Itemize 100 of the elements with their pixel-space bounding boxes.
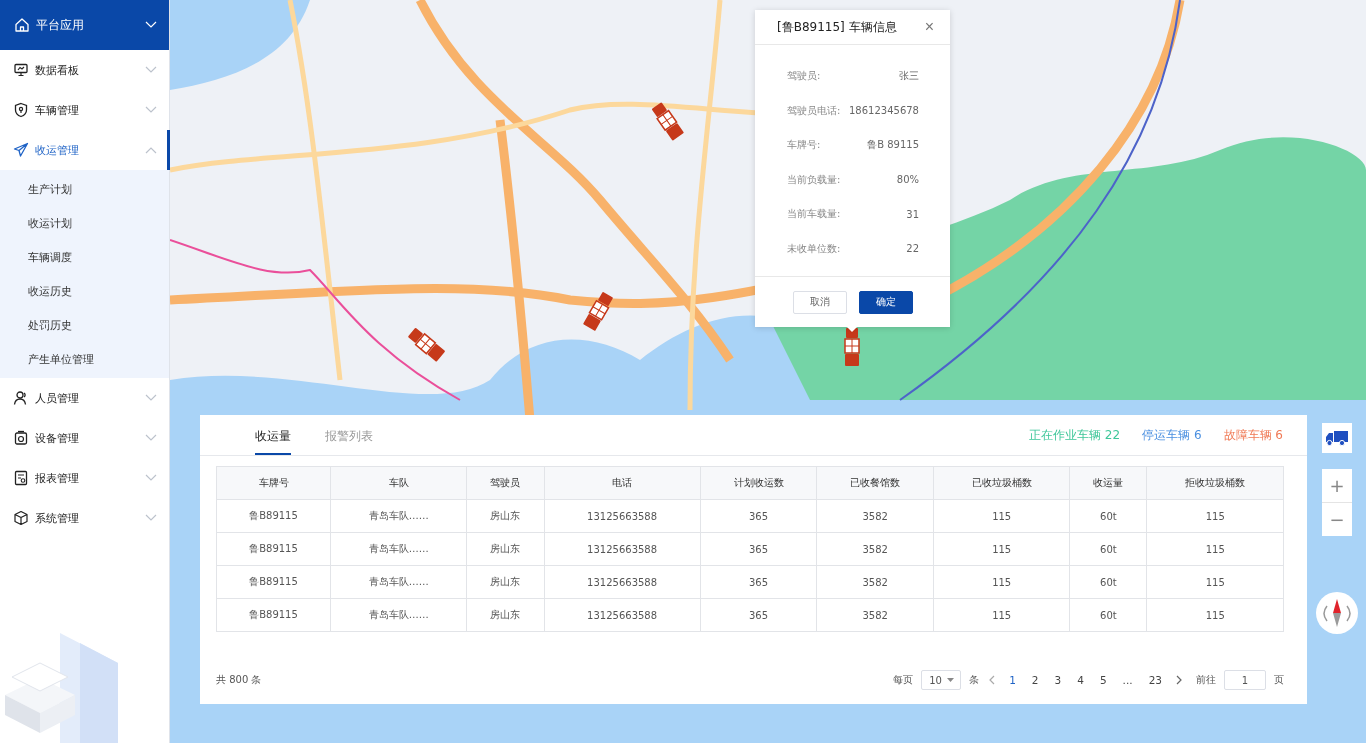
table-cell: 60t [1069, 565, 1147, 599]
truck-icon [1325, 429, 1349, 447]
close-button[interactable]: × [924, 18, 934, 36]
page-size-select[interactable]: 10 [921, 670, 962, 690]
menu-label: 平台应用 [36, 16, 85, 34]
paper-plane-icon [13, 142, 29, 158]
field-value: 张三 [899, 69, 919, 84]
page-button[interactable]: 3 [1050, 674, 1066, 686]
next-page-button[interactable] [1174, 675, 1184, 685]
table-cell: 115 [1147, 532, 1284, 566]
person-icon [13, 390, 29, 406]
page-button[interactable]: ... [1118, 674, 1137, 686]
table-cell: 115 [1147, 565, 1284, 599]
cancel-button[interactable]: 取消 [792, 290, 847, 314]
table-cell: 鲁B89115 [216, 565, 331, 599]
vehicle-status-count: 故障车辆 6 [1223, 426, 1283, 444]
sidebar-item[interactable]: 人员管理 [0, 378, 169, 418]
field-value: 18612345678 [849, 105, 919, 117]
zoom-in-button[interactable]: + [1322, 469, 1352, 502]
field-label: 驾驶员: [787, 69, 821, 84]
menu-label: 系统管理 [35, 510, 80, 526]
table-cell: 365 [700, 499, 817, 533]
menu-label: 收运管理 [35, 142, 80, 158]
column-header: 驾驶员 [466, 466, 544, 500]
table-cell: 鲁B89115 [216, 532, 331, 566]
menu-label: 数据看板 [35, 62, 80, 78]
chevron-right-icon [1176, 675, 1182, 685]
vehicle-layer-button[interactable] [1322, 423, 1352, 453]
goto-label: 前往 [1196, 673, 1216, 687]
page-button[interactable]: 4 [1073, 674, 1088, 686]
confirm-button[interactable]: 确定 [858, 290, 913, 314]
field-label: 车牌号: [787, 138, 821, 153]
submenu-item[interactable]: 收运历史 [0, 274, 169, 308]
table-cell: 鲁B89115 [216, 499, 331, 533]
table-cell: 115 [1147, 499, 1284, 533]
chevron-icon [145, 474, 157, 482]
cube-icon [13, 510, 29, 526]
dropdown-caret-icon [947, 678, 955, 682]
table-cell: 青岛车队…… [330, 499, 467, 533]
tab[interactable]: 收运量 [255, 415, 291, 455]
field-value: 31 [906, 208, 919, 220]
submenu-item[interactable]: 生产计划 [0, 172, 169, 206]
table-cell: 365 [700, 532, 817, 566]
table-cell: 房山东 [466, 598, 544, 632]
column-header: 已收餐馆数 [816, 466, 934, 500]
report-icon [13, 470, 29, 486]
home-icon [14, 17, 30, 33]
sidebar-item[interactable]: 系统管理 [0, 498, 169, 538]
chevron-icon [145, 434, 157, 442]
page-button[interactable]: 5 [1095, 674, 1111, 686]
sidebar-item[interactable]: 收运管理 [0, 130, 169, 170]
field-label: 驾驶员电话: [787, 103, 841, 118]
table-cell: 鲁B89115 [216, 598, 331, 632]
field-value: 鲁B 89115 [867, 138, 919, 153]
field-label: 当前负载量: [787, 172, 841, 187]
table-cell: 60t [1069, 598, 1147, 632]
submenu-item[interactable]: 处罚历史 [0, 308, 169, 342]
submenu-item[interactable]: 收运计划 [0, 206, 169, 240]
field-value: 22 [906, 243, 919, 255]
page-button[interactable]: 1 [1005, 674, 1020, 686]
table-cell: 房山东 [466, 532, 544, 566]
sidebar-item[interactable]: 设备管理 [0, 418, 169, 458]
page-unit: 页 [1274, 673, 1284, 687]
table-cell: 房山东 [466, 565, 544, 599]
page-button[interactable]: 23 [1144, 674, 1166, 686]
menu-label: 报表管理 [35, 470, 80, 486]
table-cell: 115 [933, 532, 1070, 566]
sidebar-item[interactable]: 车辆管理 [0, 90, 169, 130]
table-cell: 60t [1069, 532, 1147, 566]
table-cell: 3582 [816, 565, 934, 599]
per-page-label: 每页 [893, 673, 914, 687]
sidebar-item[interactable]: 数据看板 [0, 50, 169, 90]
table-cell: 青岛车队…… [330, 598, 467, 632]
table-cell: 青岛车队…… [330, 565, 467, 599]
sidebar-item[interactable]: 报表管理 [0, 458, 169, 498]
table-cell: 3582 [816, 499, 934, 533]
menu-label: 车辆管理 [35, 102, 80, 118]
monitor-icon [13, 62, 29, 78]
zoom-out-button[interactable]: − [1322, 503, 1352, 536]
table-cell: 60t [1069, 499, 1147, 533]
table-cell: 115 [1147, 598, 1284, 632]
submenu-item[interactable]: 产生单位管理 [0, 342, 169, 376]
column-header: 车队 [330, 466, 467, 500]
table-cell: 3582 [816, 598, 934, 632]
chevron-icon [145, 106, 157, 114]
page-button[interactable]: 2 [1027, 674, 1043, 686]
chevron-icon [145, 21, 157, 29]
table-cell: 115 [933, 598, 1070, 632]
table-cell: 115 [933, 499, 1070, 533]
page-number-input[interactable]: 1 [1224, 670, 1266, 690]
submenu-item[interactable]: 车辆调度 [0, 240, 169, 274]
platform-menu-header[interactable]: 平台应用 [0, 0, 169, 50]
table-cell: 365 [700, 565, 817, 599]
popup-title: [鲁B89115] 车辆信息 [777, 18, 897, 36]
vehicle-status-count: 停运车辆 6 [1142, 426, 1202, 444]
menu-label: 人员管理 [35, 390, 80, 406]
table-cell: 13125663588 [544, 532, 701, 566]
table-cell: 13125663588 [544, 598, 701, 632]
column-header: 车牌号 [216, 466, 331, 500]
table-cell: 3582 [816, 532, 934, 566]
